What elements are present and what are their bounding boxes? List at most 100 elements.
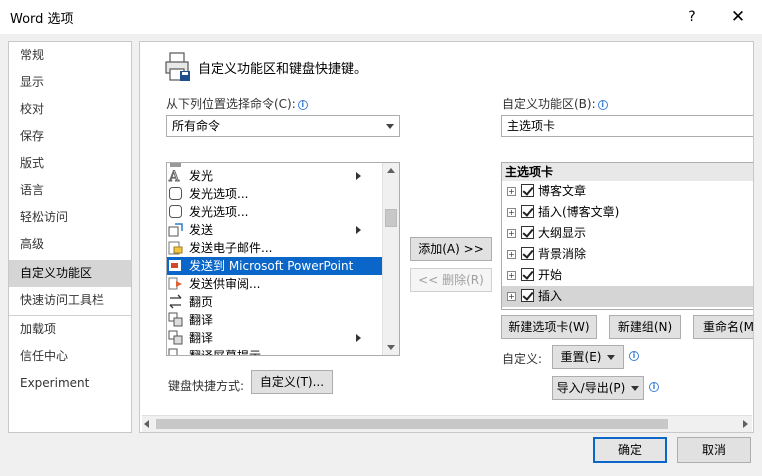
commands-list[interactable]: A 发光 发光选项... 发光选项... 发送 发送电子邮件... 发送到 Mi…: [166, 162, 400, 356]
list-item-selected[interactable]: 发送到 Microsoft PowerPoint: [167, 257, 383, 275]
expand-icon: +: [507, 271, 516, 280]
title-bar: Word 选项 ? ✕: [0, 0, 762, 34]
translate-tip-icon: [168, 348, 178, 355]
expand-icon: +: [507, 229, 516, 238]
powerpoint-icon: [169, 260, 181, 271]
nav-item-layout[interactable]: 版式: [9, 150, 131, 177]
checkbox-checked[interactable]: [521, 289, 534, 302]
options-nav: 常规 显示 校对 保存 版式 语言 轻松访问 高级 自定义功能区 快速访问工具栏…: [8, 41, 132, 433]
checkbox-checked[interactable]: [521, 226, 534, 239]
checkbox-checked[interactable]: [521, 268, 534, 281]
translate-icon: [168, 312, 183, 327]
customize-ribbon-label: 自定义功能区(B): i: [502, 95, 608, 112]
glow-options-icon: [169, 187, 182, 200]
tree-header: 主选项卡: [502, 163, 753, 181]
checkbox-checked[interactable]: [521, 205, 534, 218]
tree-item-selected[interactable]: + 插入: [502, 286, 753, 307]
cancel-button[interactable]: 取消: [677, 437, 751, 463]
tree-item[interactable]: + 插入(博客文章): [502, 202, 753, 223]
nav-item-experiment[interactable]: Experiment: [9, 370, 131, 397]
glow-options-icon: [169, 205, 182, 218]
customizations-label: 自定义:: [502, 352, 543, 366]
nav-item-advanced[interactable]: 高级: [9, 231, 131, 258]
list-item[interactable]: 翻页: [167, 293, 383, 311]
arrow-right-icon: [743, 420, 748, 428]
info-icon: i: [597, 100, 608, 110]
nav-item-save[interactable]: 保存: [9, 123, 131, 150]
nav-item-display[interactable]: 显示: [9, 69, 131, 96]
arrow-left-icon: [144, 420, 149, 428]
ok-button[interactable]: 确定: [593, 437, 667, 463]
ribbon-tabs-tree[interactable]: 主选项卡 + 博客文章 + 插入(博客文章) + 大纲显示 + 背景消除 + 开始 + 插入: [501, 162, 753, 310]
tree-item[interactable]: + 开始: [502, 265, 753, 286]
expand-icon: +: [507, 250, 516, 259]
customize-ribbon-panel: 自定义功能区和键盘快捷键。 从下列位置选择命令(C): i 所有命令 A 发光 发…: [139, 41, 754, 433]
list-item[interactable]: 翻译屏幕提示: [167, 347, 383, 355]
nav-item-accessibility[interactable]: 轻松访问: [9, 204, 131, 231]
choose-commands-dropdown[interactable]: 所有命令: [166, 115, 400, 137]
list-item[interactable]: 发光选项...: [167, 203, 383, 221]
expand-icon: +: [507, 208, 516, 217]
list-item[interactable]: 翻译: [167, 329, 383, 347]
chevron-down-icon: [607, 355, 616, 360]
list-item[interactable]: A 发光: [167, 167, 383, 185]
choose-commands-label: 从下列位置选择命令(C): i: [166, 95, 308, 112]
list-item[interactable]: 发送电子邮件...: [167, 239, 383, 257]
list-item[interactable]: 发光选项...: [167, 185, 383, 203]
expand-icon: +: [507, 292, 516, 301]
customize-shortcuts-button[interactable]: 自定义(T)...: [251, 370, 333, 394]
customize-ribbon-dropdown[interactable]: 主选项卡: [501, 115, 753, 137]
import-export-dropdown-button[interactable]: 导入/导出(P): [552, 376, 644, 400]
send-icon: [168, 223, 183, 237]
list-item[interactable]: 发送: [167, 221, 383, 239]
nav-item-proofing[interactable]: 校对: [9, 96, 131, 123]
customize-ribbon-icon: [165, 52, 190, 81]
list-item[interactable]: 发送供审阅...: [167, 275, 383, 293]
reset-dropdown-button[interactable]: 重置(E): [552, 345, 624, 369]
expand-icon: +: [507, 187, 516, 196]
submenu-arrow-icon: [356, 334, 361, 342]
checkbox-checked[interactable]: [521, 184, 534, 197]
help-button[interactable]: ?: [680, 6, 704, 28]
review-icon: [168, 277, 182, 290]
nav-item-quick-access-toolbar[interactable]: 快速访问工具栏: [9, 287, 131, 314]
page-title: 自定义功能区和键盘快捷键。: [198, 62, 368, 77]
email-icon: [168, 241, 183, 255]
commands-scrollbar[interactable]: [382, 163, 399, 355]
svg-text:A: A: [168, 169, 180, 183]
nav-item-language[interactable]: 语言: [9, 177, 131, 204]
add-button[interactable]: 添加(A) >>: [410, 237, 492, 261]
nav-item-add-ins[interactable]: 加载项: [9, 316, 131, 343]
remove-button[interactable]: << 删除(R): [410, 268, 492, 292]
info-icon: i: [649, 382, 659, 392]
checkbox-checked[interactable]: [521, 247, 534, 260]
arrow-up-icon: [387, 168, 395, 173]
tree-item[interactable]: + 大纲显示: [502, 223, 753, 244]
chevron-down-icon: [386, 124, 394, 129]
info-icon: i: [297, 100, 308, 110]
scrollbar-thumb[interactable]: [156, 419, 668, 429]
scroll-down-button[interactable]: [383, 339, 399, 355]
chevron-down-icon: [631, 386, 640, 391]
submenu-arrow-icon: [356, 226, 361, 234]
new-group-button[interactable]: 新建组(N): [609, 315, 681, 339]
nav-item-general[interactable]: 常规: [9, 42, 131, 69]
arrow-down-icon: [387, 345, 395, 350]
submenu-arrow-icon: [356, 172, 361, 180]
nav-item-customize-ribbon[interactable]: 自定义功能区: [9, 260, 131, 287]
scrollbar-thumb[interactable]: [385, 209, 397, 227]
scroll-up-button[interactable]: [383, 163, 399, 179]
nav-item-trust-center[interactable]: 信任中心: [9, 343, 131, 370]
tree-item[interactable]: + 背景消除: [502, 244, 753, 265]
translate-icon: [168, 330, 183, 345]
keyboard-shortcuts-label: 键盘快捷方式:: [168, 379, 245, 393]
tree-item[interactable]: + 博客文章: [502, 181, 753, 202]
list-item[interactable]: 翻译: [167, 311, 383, 329]
horizontal-scrollbar[interactable]: [142, 415, 752, 432]
window-title: Word 选项: [10, 12, 74, 27]
close-button[interactable]: ✕: [724, 4, 752, 30]
glow-icon: A: [168, 169, 181, 184]
rename-button[interactable]: 重命名(M)...: [693, 315, 753, 339]
new-tab-button[interactable]: 新建选项卡(W): [501, 315, 597, 339]
page-flip-icon: [169, 294, 182, 309]
